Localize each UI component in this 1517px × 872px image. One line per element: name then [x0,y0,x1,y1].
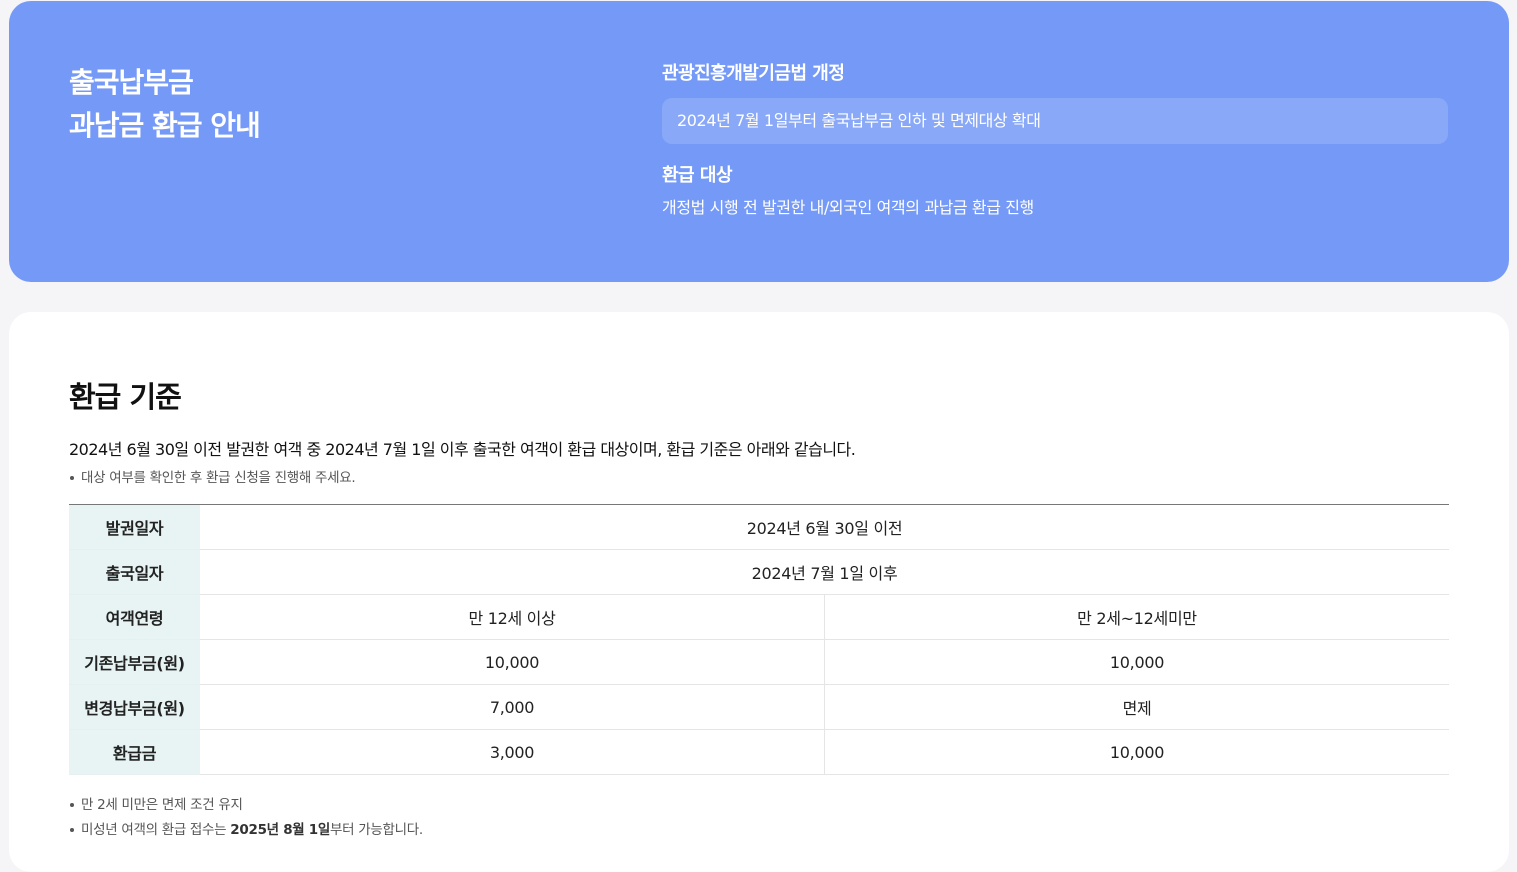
banner-title-line1: 출국납부금 [69,66,194,99]
target-heading: 환급 대상 [662,165,733,186]
table-row: 환급금 3,000 10,000 [69,729,1449,775]
note-text: 대상 여부를 확인한 후 환급 신청을 진행해 주세요. [81,470,356,486]
note-minor-refund-date: 미성년 여객의 환급 접수는 2025년 8월 1일부터 가능합니다. [69,818,423,838]
note-text: 만 2세 미만은 면제 조건 유지 [81,797,243,813]
criteria-description: 2024년 6월 30일 이전 발권한 여객 중 2024년 7월 1일 이후 … [69,440,856,459]
row-header: 출국일자 [69,549,200,595]
table-row: 변경납부금(원) 7,000 면제 [69,684,1449,730]
table-cell: 2024년 6월 30일 이전 [200,504,1449,550]
table-cell: 3,000 [200,729,825,775]
note-text-suffix: 부터 가능합니다. [330,822,423,838]
table-cell: 면제 [824,684,1449,730]
table-row: 출국일자 2024년 7월 1일 이후 [69,549,1449,595]
note-text-prefix: 미성년 여객의 환급 접수는 [81,822,231,838]
refund-banner: 출국납부금 과납금 환급 안내 관광진흥개발기금법 개정 2024년 7월 1일… [9,1,1509,282]
table-cell: 10,000 [824,729,1449,775]
table-cell: 만 12세 이상 [200,594,825,640]
note-infant-exemption: 만 2세 미만은 면제 조건 유지 [69,793,243,813]
banner-info: 관광진흥개발기금법 개정 2024년 7월 1일부터 출국납부금 인하 및 면제… [662,59,1448,218]
row-header: 여객연령 [69,594,200,640]
amendment-heading: 관광진흥개발기금법 개정 [662,63,845,84]
table-row: 여객연령 만 12세 이상 만 2세~12세미만 [69,594,1449,640]
bullet-icon [70,803,74,807]
table-cell: 10,000 [200,639,825,685]
amendment-box: 2024년 7월 1일부터 출국납부금 인하 및 면제대상 확대 [662,98,1448,144]
row-header: 환급금 [69,729,200,775]
row-header: 기존납부금(원) [69,639,200,685]
banner-title-line2: 과납금 환급 안내 [69,109,261,142]
bullet-icon [70,476,74,480]
row-header: 변경납부금(원) [69,684,200,730]
banner-title: 출국납부금 과납금 환급 안내 [69,61,261,147]
note-date-highlight: 2025년 8월 1일 [230,822,331,838]
criteria-title: 환급 기준 [69,380,182,414]
table-row: 기존납부금(원) 10,000 10,000 [69,639,1449,685]
table-cell: 10,000 [824,639,1449,685]
bullet-icon [70,828,74,832]
table-cell: 7,000 [200,684,825,730]
table-cell: 2024년 7월 1일 이후 [200,549,1449,595]
refund-criteria-card: 환급 기준 2024년 6월 30일 이전 발권한 여객 중 2024년 7월 … [9,312,1509,872]
refund-criteria-table: 발권일자 2024년 6월 30일 이전 출국일자 2024년 7월 1일 이후… [69,504,1449,775]
row-header: 발권일자 [69,504,200,550]
table-cell: 만 2세~12세미만 [824,594,1449,640]
note-check-eligibility: 대상 여부를 확인한 후 환급 신청을 진행해 주세요. [69,466,356,486]
table-row: 발권일자 2024년 6월 30일 이전 [69,504,1449,550]
target-description: 개정법 시행 전 발권한 내/외국인 여객의 과납금 환급 진행 [662,198,1034,217]
